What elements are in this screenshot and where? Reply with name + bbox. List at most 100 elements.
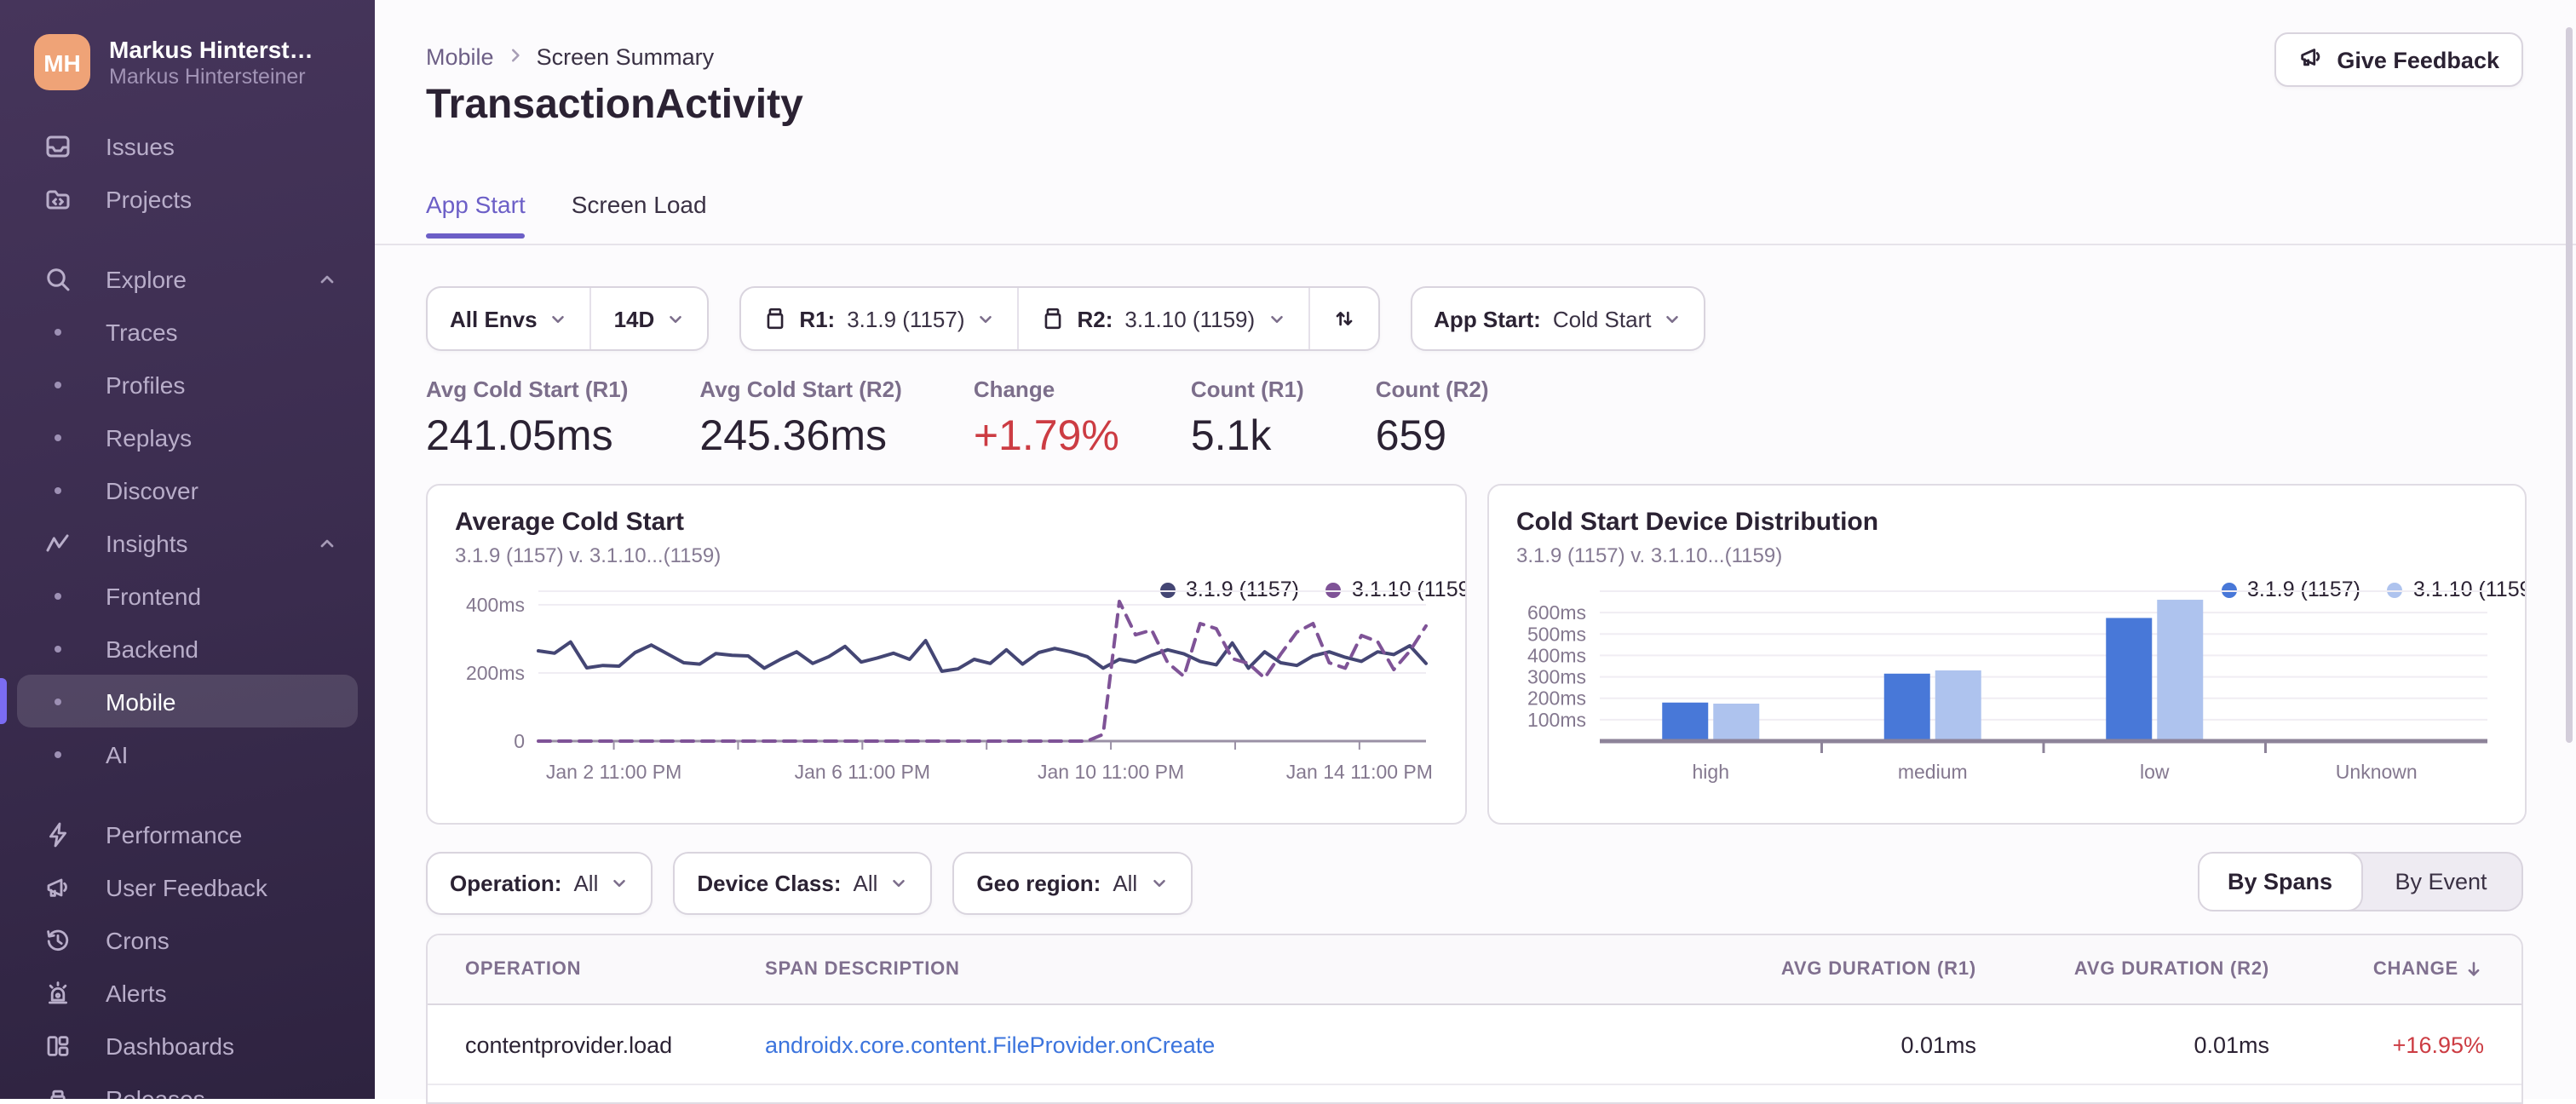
- give-feedback-button[interactable]: Give Feedback: [2274, 32, 2523, 87]
- breadcrumb-link-mobile[interactable]: Mobile: [426, 44, 494, 70]
- sidebar-item-label: Discover: [106, 476, 198, 503]
- releases-icon: [44, 1084, 72, 1099]
- sidebar-item-label: Issues: [106, 132, 175, 159]
- bullet-icon: [44, 687, 72, 715]
- svg-text:high: high: [1693, 761, 1729, 783]
- bullet-icon: [44, 371, 72, 398]
- sidebar-item-performance[interactable]: Performance: [17, 808, 358, 860]
- operation-filter[interactable]: Operation: All: [426, 852, 653, 915]
- table-filter-bar: Operation: All Device Class: All Geo reg…: [426, 852, 1193, 915]
- column-header-change-label: CHANGE: [2372, 959, 2458, 980]
- bullet-icon: [44, 318, 72, 345]
- sidebar-item-label: Mobile: [106, 687, 176, 715]
- megaphone-icon: [2297, 44, 2323, 75]
- sidebar-item-alerts[interactable]: Alerts: [17, 966, 358, 1019]
- geo-region-filter-value: All: [1113, 871, 1138, 896]
- svg-text:low: low: [2140, 761, 2170, 783]
- stat-value: +1.79%: [973, 412, 1119, 460]
- span-description-link[interactable]: androidx.core.content.FileProvider.onCre…: [765, 1032, 1215, 1057]
- header-divider: [375, 244, 2576, 245]
- avatar: MH: [34, 34, 90, 90]
- release-2-value: 3.1.10 (1159): [1124, 306, 1256, 331]
- column-header-avg-duration-r2[interactable]: AVG DURATION (R2): [1976, 959, 2269, 980]
- user-name: Markus Hinterst…: [109, 35, 313, 62]
- sidebar-item-issues[interactable]: Issues: [17, 119, 358, 172]
- sidebar-item-ai[interactable]: AI: [17, 727, 358, 780]
- svg-text:100ms: 100ms: [1527, 709, 1586, 731]
- release-1-selector[interactable]: R1: 3.1.9 (1157): [741, 288, 1017, 349]
- svg-text:Jan 6 11:00 PM: Jan 6 11:00 PM: [795, 761, 930, 783]
- sidebar-item-insights[interactable]: Insights: [17, 516, 358, 569]
- chevron-down-icon: [613, 879, 626, 888]
- environment-filter[interactable]: All Envs: [428, 288, 590, 349]
- search-icon: [44, 265, 72, 292]
- env-date-filter-group: All Envs 14D: [426, 286, 710, 351]
- stat-value: 241.05ms: [426, 412, 613, 460]
- tab-app-start[interactable]: App Start: [426, 191, 526, 239]
- sidebar-item-discover[interactable]: Discover: [17, 463, 358, 516]
- column-header-span-description[interactable]: SPAN DESCRIPTION: [765, 959, 1649, 980]
- sidebar-item-releases[interactable]: Releases: [17, 1072, 358, 1099]
- chevron-down-icon: [552, 314, 565, 323]
- device-class-filter-label: Device Class:: [697, 871, 842, 896]
- by-event-button[interactable]: By Event: [2360, 854, 2521, 910]
- give-feedback-label: Give Feedback: [2337, 47, 2499, 72]
- sidebar-item-projects[interactable]: Projects: [17, 172, 358, 225]
- device-class-filter[interactable]: Device Class: All: [673, 852, 933, 915]
- sidebar-item-crons[interactable]: Crons: [17, 913, 358, 966]
- tab-bar: App Start Screen Load: [426, 191, 707, 239]
- column-header-operation[interactable]: OPERATION: [428, 959, 765, 980]
- sidebar-item-traces[interactable]: Traces: [17, 305, 358, 358]
- active-indicator: [0, 678, 7, 724]
- stat-label: Avg Cold Start (R1): [426, 377, 629, 402]
- breadcrumb: Mobile Screen Summary: [426, 44, 714, 70]
- sidebar: MH Markus Hinterst… Markus Hintersteiner…: [0, 0, 375, 1099]
- cell-avg-duration-r2: 0.01ms: [2194, 1032, 2269, 1057]
- sidebar-item-label: Traces: [106, 318, 178, 345]
- clock-icon: [44, 926, 72, 953]
- sidebar-item-frontend[interactable]: Frontend: [17, 569, 358, 622]
- by-spans-button[interactable]: By Spans: [2198, 852, 2362, 911]
- bullet-icon: [44, 635, 72, 662]
- sidebar-item-explore[interactable]: Explore: [17, 252, 358, 305]
- svg-text:400ms: 400ms: [466, 594, 525, 616]
- column-header-change[interactable]: CHANGE: [2269, 959, 2521, 980]
- bullet-icon: [44, 740, 72, 768]
- sidebar-item-profiles[interactable]: Profiles: [17, 358, 358, 411]
- chevron-right-icon: [506, 44, 525, 70]
- scrollbar-thumb[interactable]: [2566, 27, 2573, 743]
- sidebar-item-label: Dashboards: [106, 1032, 234, 1059]
- table-header-row: OPERATION SPAN DESCRIPTION AVG DURATION …: [428, 935, 2521, 1005]
- swap-releases-button[interactable]: [1308, 288, 1377, 349]
- swap-arrows-icon: [1335, 311, 1352, 326]
- megaphone-icon: [44, 873, 72, 900]
- sidebar-item-mobile[interactable]: Mobile: [0, 675, 358, 727]
- sidebar-item-replays[interactable]: Replays: [17, 411, 358, 463]
- release-2-selector[interactable]: R2: 3.1.10 (1159): [1017, 288, 1308, 349]
- cell-span-description: androidx.core.content.FileProvider.onCre…: [765, 1032, 1649, 1057]
- device-distribution-panel: Cold Start Device Distribution 3.1.9 (11…: [1487, 484, 2527, 825]
- sidebar-item-user-feedback[interactable]: User Feedback: [17, 860, 358, 913]
- date-range-filter[interactable]: 14D: [589, 288, 708, 349]
- sidebar-nav: Issues Projects Explore Traces Profiles …: [0, 119, 375, 1099]
- sort-desc-icon: [2468, 962, 2480, 976]
- chevron-down-icon: [980, 314, 992, 323]
- column-header-avg-duration-r1[interactable]: AVG DURATION (R1): [1649, 959, 1976, 980]
- stat-value: 5.1k: [1190, 412, 1272, 460]
- chevron-down-icon: [1153, 879, 1165, 888]
- sidebar-item-label: AI: [106, 740, 129, 768]
- sidebar-item-dashboards[interactable]: Dashboards: [17, 1019, 358, 1072]
- spans-table: OPERATION SPAN DESCRIPTION AVG DURATION …: [426, 934, 2523, 1104]
- spans-event-toggle: By Spans By Event: [2198, 852, 2523, 911]
- device-class-filter-value: All: [853, 871, 878, 896]
- app-start-type-filter[interactable]: App Start: Cold Start: [1412, 288, 1704, 349]
- svg-text:300ms: 300ms: [1527, 666, 1586, 688]
- org-switcher[interactable]: MH Markus Hinterst… Markus Hintersteiner: [0, 0, 375, 90]
- tab-screen-load[interactable]: Screen Load: [572, 191, 707, 239]
- geo-region-filter[interactable]: Geo region: All: [952, 852, 1193, 915]
- projects-icon: [44, 185, 72, 212]
- svg-text:200ms: 200ms: [1527, 687, 1586, 710]
- sidebar-item-backend[interactable]: Backend: [17, 622, 358, 675]
- dashboards-icon: [44, 1032, 72, 1059]
- stat-label: Count (R2): [1375, 377, 1489, 402]
